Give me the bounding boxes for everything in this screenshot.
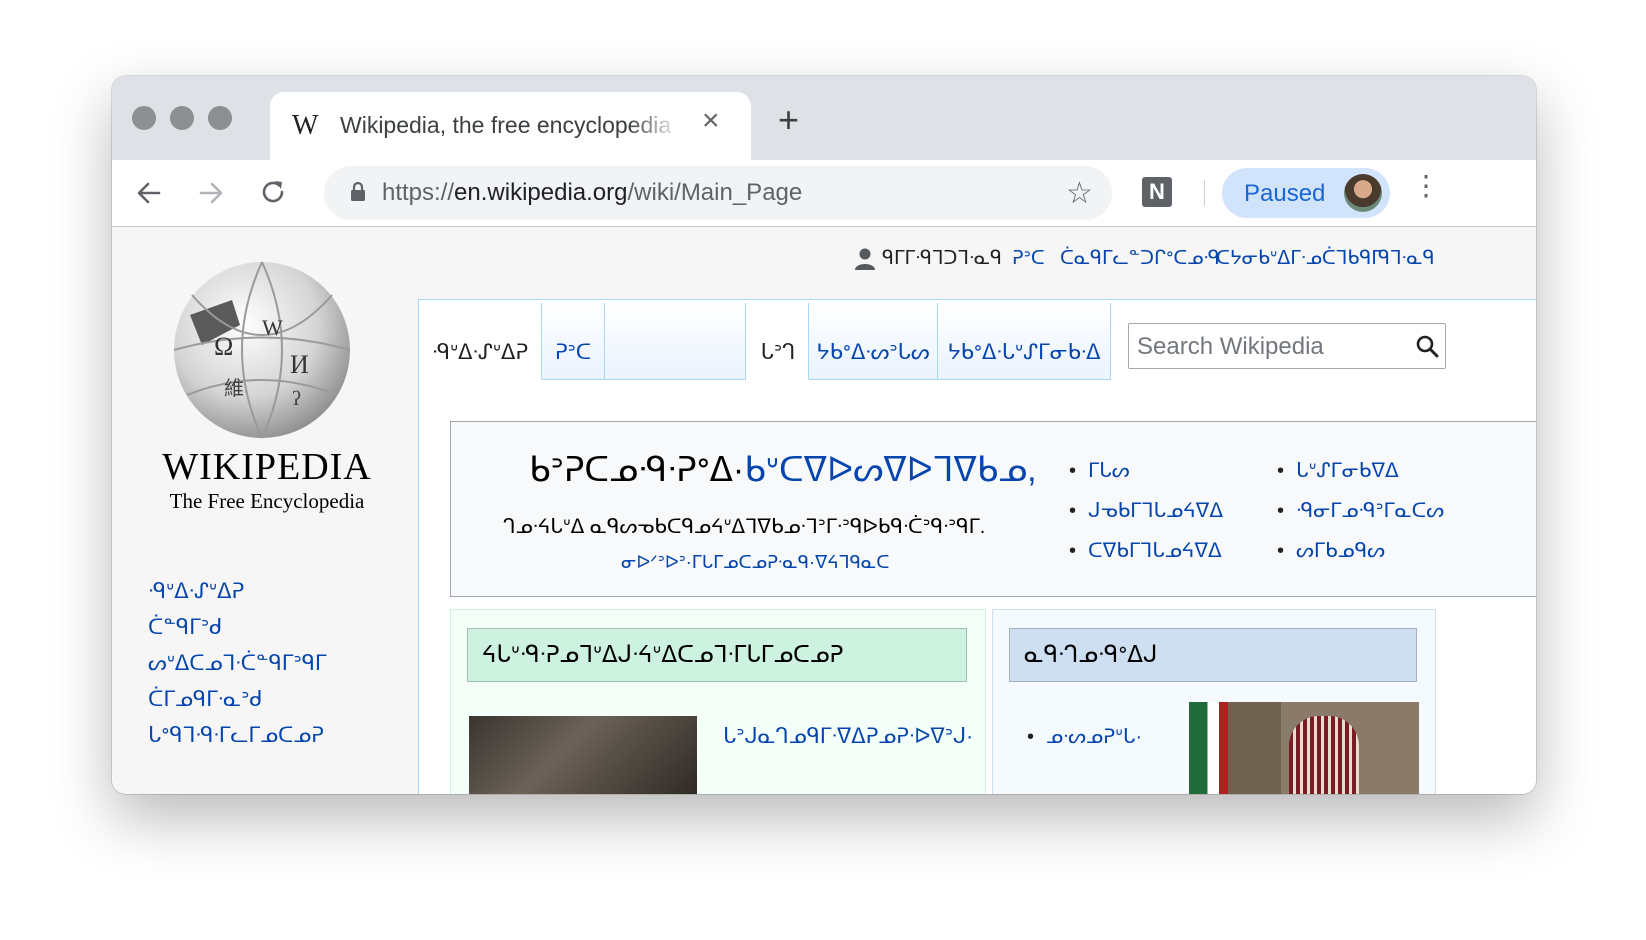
sidebar-item-events[interactable]: ᑖᒥᓄᑫᒥᐧᓇᐣᑯ (148, 687, 263, 712)
search-icon[interactable] (1415, 334, 1439, 358)
back-arrow-icon[interactable] (134, 178, 164, 208)
svg-text:ʔ: ʔ (292, 388, 301, 410)
close-window-button[interactable] (132, 106, 156, 130)
portal-link[interactable]: ᒍᓀᑲᒥᒣᒐᓄᔦᐁᐃ (1069, 498, 1223, 523)
tab-read-label: ᒐᐣᒉ (760, 341, 796, 364)
contributions-link[interactable]: ᑖᓇᑫᒥᓚᓐᑐᒋᐤᑕᓄᑴ (1060, 247, 1220, 270)
sidebar-item-random[interactable]: ᒐᐤᑫᒣᑴᐧᒥᓚᒥᓄᑕᓄᕈ (148, 723, 324, 748)
talk-link[interactable]: ᕈᐣᑕ (1012, 247, 1045, 270)
svg-text:Ω: Ω (214, 332, 233, 361)
portal-link[interactable]: ᒐᐡᔑᒥᓂᑲᐁᐃ (1277, 458, 1399, 483)
welcome-subtitle: ᒉᓄᐧᔦᒐᐡᐃ ᓇᑫᔕᓀᑲᑕᑫᓄᔦᐡᐃᒣᐁᑲᓄᐧᒣᐣᒥᐧᐣᑫᐅᑲᑫᐧᑖᐣᑫᐧᐣᑫ… (503, 516, 986, 538)
svg-text:W: W (262, 315, 283, 340)
featured-article-box: ᔦᒐᐡᑴᐧᕈᓄᒣᐡᐃᒍᐧᔦᐡᐃᑕᓄᒣᐧᒥᒐᒥᓄᑕᓄᕈ ᒐᐣᒍᓇᒉᓄᑫᒥᐧᐁᐃᕈᓄ… (450, 609, 986, 794)
browser-window: W Wikipedia, the free encyclopedia × + h… (112, 76, 1536, 794)
search-input[interactable]: Search Wikipedia (1128, 323, 1446, 369)
tab-strip: W Wikipedia, the free encyclopedia × + (112, 76, 1536, 160)
news-image[interactable] (1189, 702, 1419, 794)
featured-article-image[interactable] (469, 716, 697, 794)
toolbar-divider (1204, 180, 1205, 206)
welcome-title-link[interactable]: ᑲᐡᑕᐁᐅᔕᐁᐅᒣᐁᑲᓄ, (744, 451, 1036, 489)
log-in-link[interactable]: ᑫᒣᐧᓇᑫ (1378, 247, 1435, 270)
url-path: /wiki/Main_Page (627, 179, 803, 206)
maximize-window-button[interactable] (208, 106, 232, 130)
sidebar-item-contents[interactable]: ᑖᓐᑫᒥᐣᑯ (148, 615, 222, 640)
url-host: en.wikipedia.org (454, 179, 628, 206)
not-logged-in-label: ᑫᒥᒥᐧᑫᒣᑐᒣᐧᓇᑫ (882, 248, 1002, 269)
extension-n-icon[interactable]: N (1142, 177, 1172, 207)
wikipedia-globe-logo-icon[interactable]: Ω W И 維 ʔ (162, 255, 362, 441)
url-text[interactable]: https://en.wikipedia.org/wiki/Main_Page (382, 179, 802, 207)
minimize-window-button[interactable] (170, 106, 194, 130)
portal-link[interactable]: ᔕᒥᑲᓄᑫᔕ (1277, 538, 1385, 563)
reload-icon[interactable] (258, 177, 288, 207)
welcome-banner: ᑲᐣᕈᑕᓄᑴᐧᕈᐤᐃ·ᑲᐡᑕᐁᐅᔕᐁᐅᒣᐁᑲᓄ, ᒉᓄᐧᔦᒐᐡᐃ ᓇᑫᔕᓀᑲᑕᑫ… (450, 421, 1536, 597)
news-image-detail (1289, 716, 1359, 794)
browser-toolbar: https://en.wikipedia.org/wiki/Main_Page … (112, 160, 1536, 227)
create-account-link[interactable]: ᑕᔭᓂᑲᐡᐃᒥᐧᓄᑖᒣᑲᑫᒥ (1216, 247, 1382, 270)
tab-edit[interactable]: ᔭᑲᐤᐃᐧᔕᐣᒐᔕ (809, 303, 938, 380)
wordmark-tagline: The Free Encyclopedia (169, 489, 365, 513)
tab-talk[interactable]: ᕈᐣᑕ (542, 303, 605, 380)
in-the-news-heading: ᓇᑫᐧᒉᓄᐧᑫᐤᐃᒍ (1024, 641, 1158, 667)
featured-article-heading: ᔦᒐᐡᑴᐧᕈᓄᒣᐡᐃᒍᐧᔦᐡᐃᑕᓄᒣᐧᒥᒐᒥᓄᑕᓄᕈ (482, 641, 844, 667)
tab-talk-label: ᕈᐣᑕ (554, 341, 592, 364)
news-item[interactable]: ᓄᐧᔕᓄᕈᐡᒐ· (1027, 724, 1142, 749)
kebab-menu-icon[interactable]: ⋮ (1412, 172, 1440, 200)
address-bar[interactable]: https://en.wikipedia.org/wiki/Main_Page … (324, 166, 1112, 220)
user-icon (855, 248, 875, 270)
sidebar-item-main-page[interactable]: ᑴᐡᐃᐧᔑᐡᐃᕈ (148, 579, 244, 604)
portal-link[interactable]: ᑕᐁᑲᒥᒣᒐᓄᔦᐁᐃ (1069, 538, 1222, 563)
in-the-news-box: ᓇᑫᐧᒉᓄᐧᑫᐤᐃᒍ ᓄᐧᔕᓄᕈᐡᒐ· (992, 609, 1436, 794)
search-placeholder: Search Wikipedia (1137, 333, 1324, 360)
svg-text:維: 維 (224, 377, 244, 400)
tab-history-label: ᔭᑲᐤᐃᐧᒐᐡᔑᒥᓂᑲᐧᐃ (947, 341, 1101, 364)
wikipedia-wordmark[interactable]: WIKIPEDIA The Free Encyclopedia (152, 445, 382, 514)
tab-spacer (605, 303, 746, 380)
article-count-link[interactable]: ᓂᐅᐟᐣᐅᐣ·ᒥᒐᒥᓄᑕᓄᕈᐧᓇᑫ·ᐁᔦᒣᑫᓇᑕ (621, 552, 889, 573)
sidebar-item-featured[interactable]: ᔕᐡᐃᑕᓄᒣᐧᑖᓐᑫᒥᐣᑫᒥ (148, 651, 327, 676)
new-tab-button[interactable]: + (778, 102, 799, 138)
url-scheme: https:// (382, 179, 455, 206)
avatar (1344, 174, 1382, 212)
featured-article-link[interactable]: ᒐᐣᒍᓇᒉᓄᑫᒥᐧᐁᐃᕈᓄᕈᐧᐅᐁᐣᒍ· (723, 724, 973, 749)
featured-article-header: ᔦᒐᐡᑴᐧᕈᓄᒣᐡᐃᒍᐧᔦᐡᐃᑕᓄᒣᐧᒥᒐᒥᓄᑕᓄᕈ (467, 628, 967, 682)
profile-status-label: Paused (1244, 180, 1326, 207)
svg-text:И: И (290, 350, 309, 379)
bookmark-star-icon[interactable]: ☆ (1066, 176, 1093, 211)
profile-button[interactable]: Paused (1222, 168, 1390, 218)
tab-main-page[interactable]: ᑴᐡᐃᐧᔑᐡᐃᕈ (419, 303, 542, 380)
tab-edit-label: ᔭᑲᐤᐃᐧᔕᐣᒐᔕ (816, 341, 930, 364)
in-the-news-header: ᓇᑫᐧᒉᓄᐧᑫᐤᐃᒍ (1009, 628, 1417, 682)
portal-link[interactable]: ᑴᓂᒥᓄᑴᐣᒥᓇᑕᔕ (1277, 498, 1444, 523)
wordmark-title: WIKIPEDIA (162, 446, 372, 488)
welcome-title-text: ᑲᐣᕈᑕᓄᑴᐧᕈᐤᐃ· (529, 451, 745, 489)
portal-link[interactable]: ᒥᒐᔕ (1069, 458, 1130, 483)
wikipedia-favicon-icon: W (292, 110, 319, 141)
welcome-title: ᑲᐣᕈᑕᓄᑴᐧᕈᐤᐃ·ᑲᐡᑕᐁᐅᔕᐁᐅᒣᐁᑲᓄ, (529, 450, 1037, 490)
close-tab-icon[interactable]: × (702, 106, 720, 136)
web-page: Ω W И 維 ʔ WIKIPEDIA The Free Encyclopedi… (112, 227, 1536, 794)
tab-read[interactable]: ᒐᐣᒉ (748, 303, 809, 380)
browser-tab-active[interactable]: W Wikipedia, the free encyclopedia × (270, 92, 751, 160)
lock-icon[interactable] (348, 180, 368, 204)
tab-history[interactable]: ᔭᑲᐤᐃᐧᒐᐡᔑᒥᓂᑲᐧᐃ (938, 303, 1111, 380)
tab-main-page-label: ᑴᐡᐃᐧᔑᐡᐃᕈ (431, 341, 529, 364)
tab-title: Wikipedia, the free encyclopedia (340, 112, 672, 138)
forward-arrow-icon[interactable] (196, 178, 226, 208)
